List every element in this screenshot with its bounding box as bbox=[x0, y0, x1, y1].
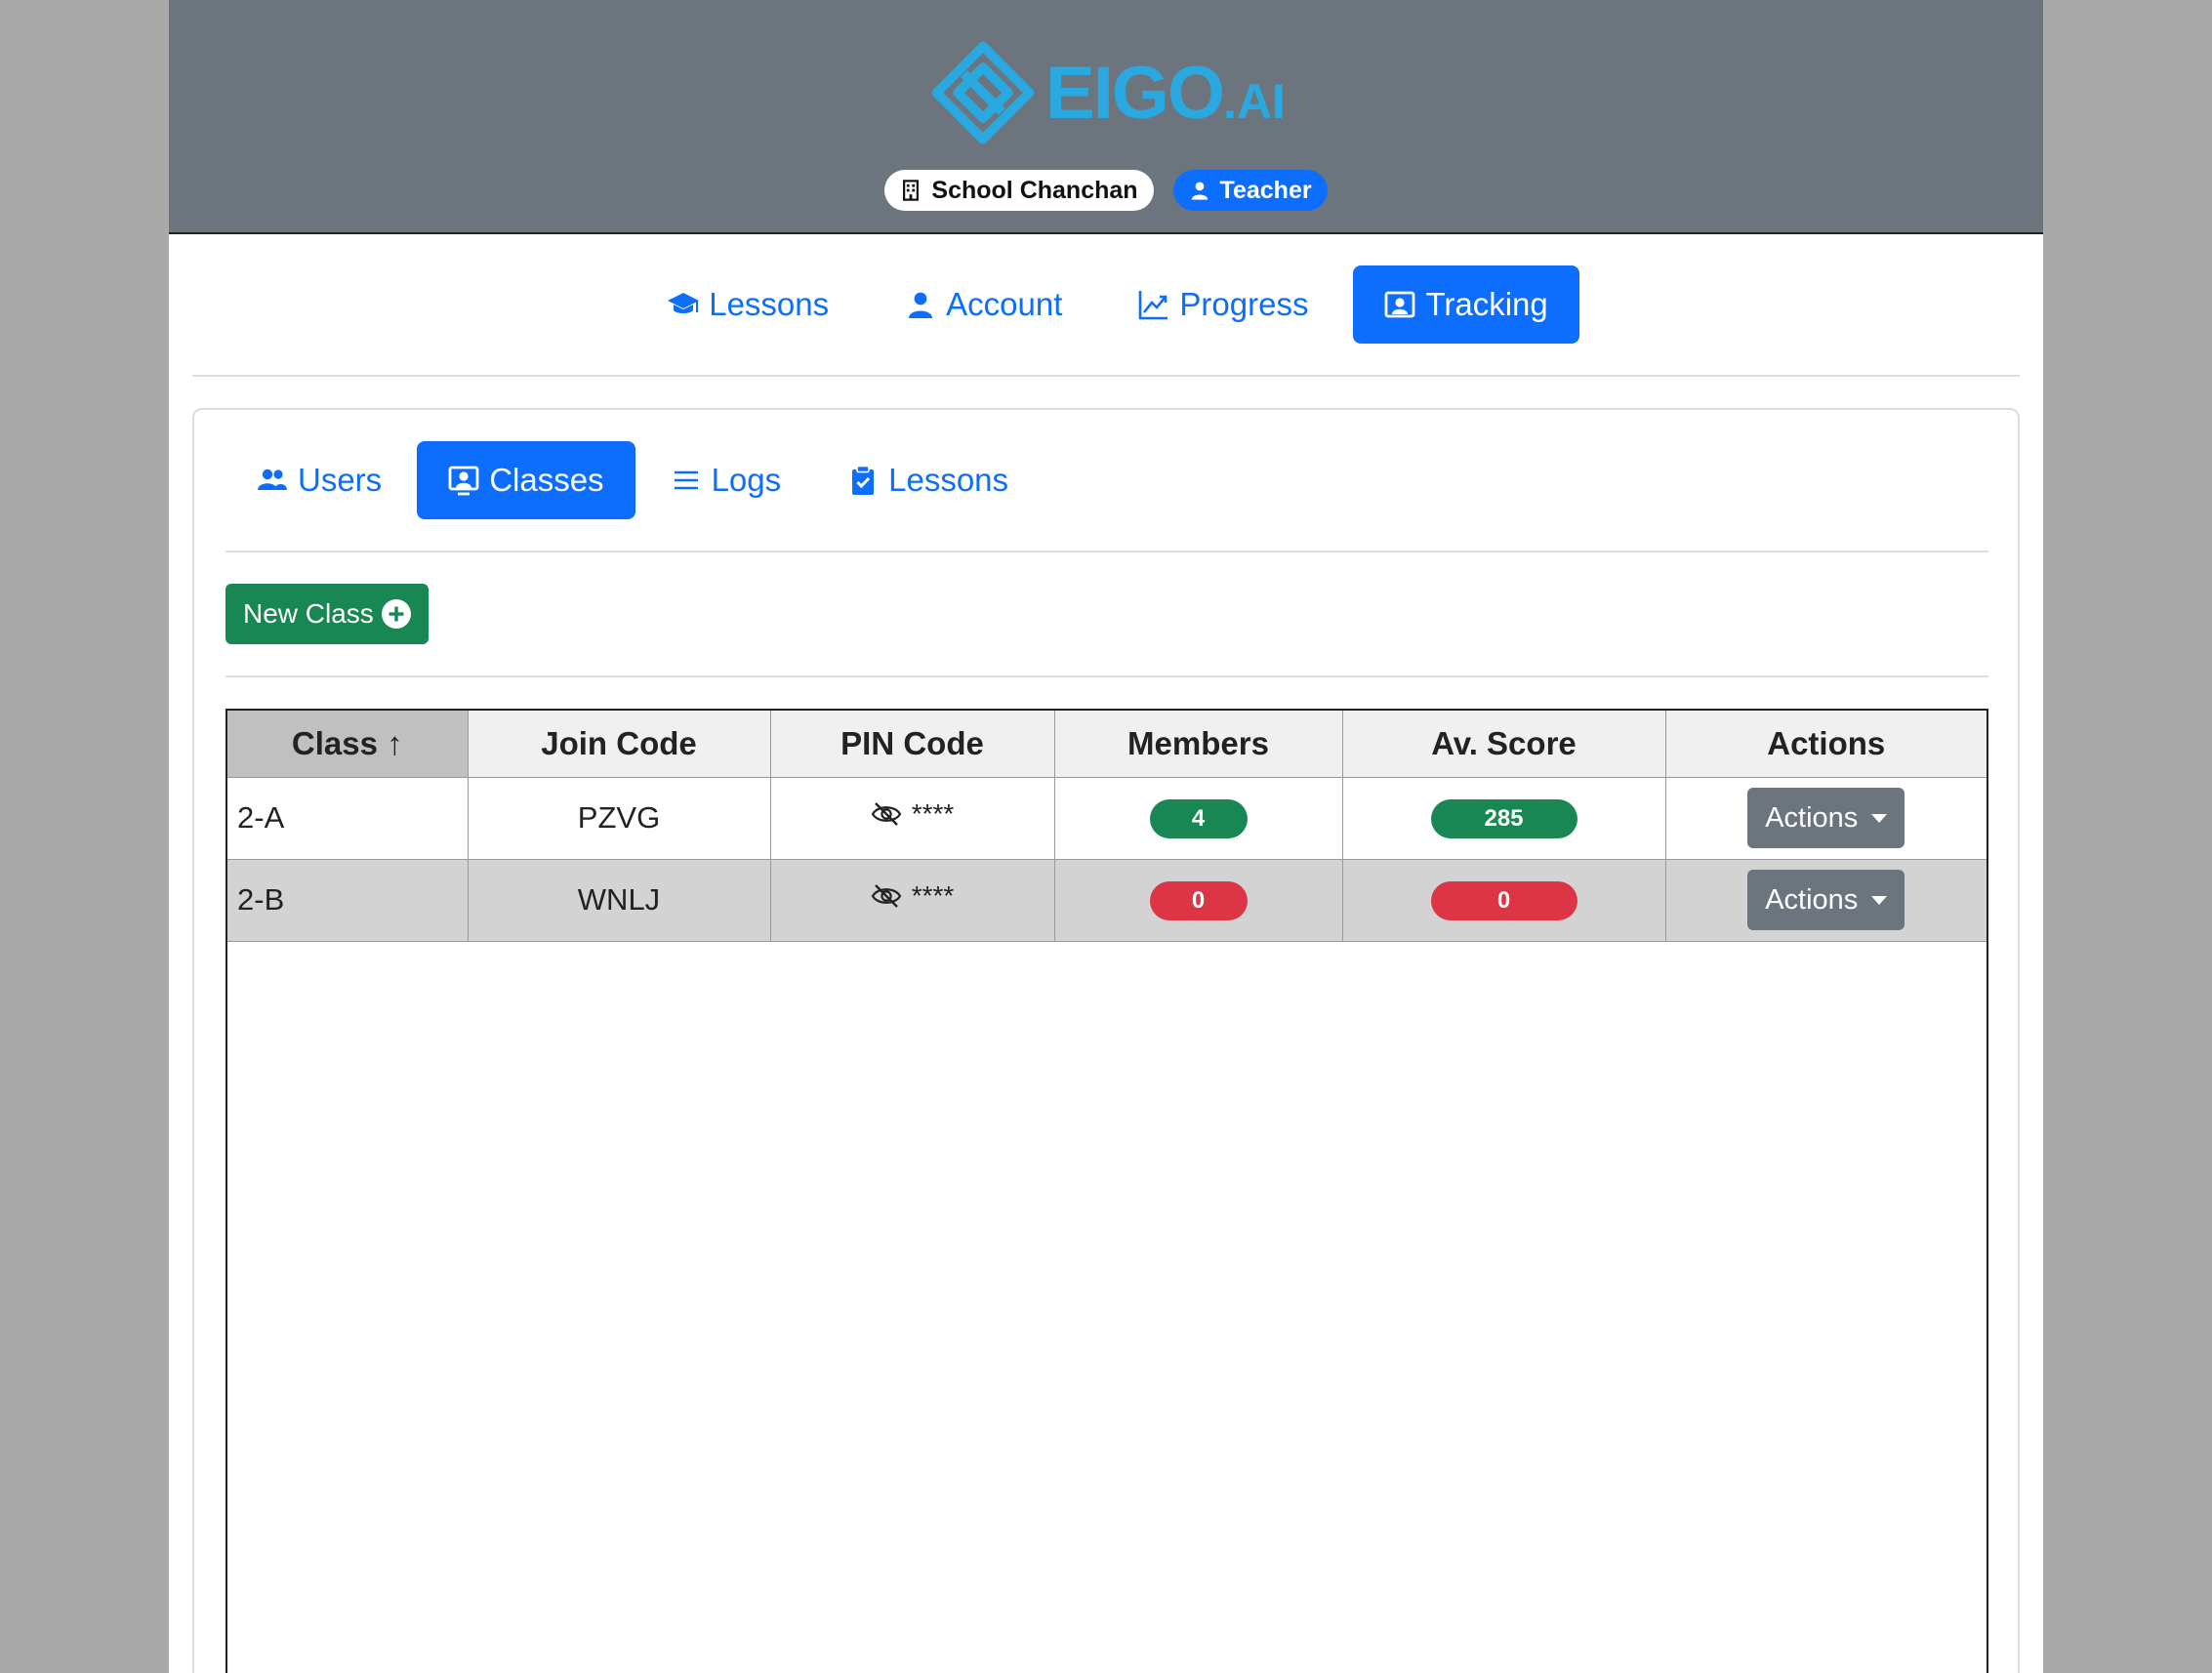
score-cell: 0 bbox=[1342, 858, 1666, 942]
tab-users[interactable]: Users bbox=[225, 441, 413, 519]
chart-line-icon bbox=[1139, 291, 1168, 320]
eigo-logo-icon bbox=[931, 41, 1035, 144]
divider bbox=[225, 551, 1988, 552]
nav-lessons[interactable]: Lessons bbox=[636, 265, 860, 344]
column-header-av-score[interactable]: Av. Score bbox=[1342, 711, 1666, 777]
actions-dropdown-button[interactable]: Actions bbox=[1747, 870, 1905, 930]
nav-tracking[interactable]: Tracking bbox=[1353, 265, 1579, 344]
role-name: Teacher bbox=[1219, 176, 1312, 204]
graduation-cap-icon bbox=[668, 293, 700, 313]
school-name: School Chanchan bbox=[931, 176, 1138, 204]
sort-ascending-icon: ↑ bbox=[387, 724, 403, 761]
person-icon bbox=[909, 292, 933, 318]
school-badge: School Chanchan bbox=[884, 170, 1154, 211]
actions-dropdown-button[interactable]: Actions bbox=[1747, 788, 1905, 848]
page: EIGO.AI School Chanchan Teacher Lessons … bbox=[169, 0, 2043, 1673]
tracking-card: Users Classes Logs Lessons New Class Cla… bbox=[192, 408, 2020, 1673]
pin-masked: **** bbox=[911, 798, 955, 829]
list-icon bbox=[674, 470, 698, 490]
main-nav: Lessons Account Progress Tracking bbox=[169, 265, 2043, 344]
nav-account[interactable]: Account bbox=[874, 265, 1093, 344]
column-header-pin-code[interactable]: PIN Code bbox=[770, 711, 1055, 777]
column-header-actions: Actions bbox=[1665, 711, 1987, 777]
column-header-join-code[interactable]: Join Code bbox=[468, 711, 771, 777]
members-badge: 4 bbox=[1149, 798, 1248, 838]
actions-cell: Actions bbox=[1665, 858, 1987, 942]
table-row: 2-A PZVG **** 4 285 Actions bbox=[227, 776, 1987, 859]
divider bbox=[225, 675, 1988, 677]
class-name: 2-A bbox=[227, 776, 469, 859]
column-header-class[interactable]: Class ↑ bbox=[227, 711, 469, 777]
divider bbox=[192, 375, 2020, 377]
header: EIGO.AI School Chanchan Teacher bbox=[169, 0, 2043, 234]
column-header-members[interactable]: Members bbox=[1054, 711, 1343, 777]
score-badge: 285 bbox=[1430, 798, 1577, 838]
actions-cell: Actions bbox=[1665, 776, 1987, 859]
building-icon bbox=[903, 180, 920, 201]
role-badge: Teacher bbox=[1172, 170, 1328, 211]
join-code: PZVG bbox=[468, 776, 771, 859]
new-class-button[interactable]: New Class bbox=[225, 584, 429, 644]
class-name: 2-B bbox=[227, 858, 469, 942]
logo-text: EIGO.AI bbox=[1045, 51, 1286, 135]
person-badge-icon bbox=[448, 466, 479, 496]
members-cell: 0 bbox=[1054, 858, 1343, 942]
classes-table: Class ↑ Join Code PIN Code Members Av. S… bbox=[225, 709, 1988, 1673]
join-code: WNLJ bbox=[468, 858, 771, 942]
person-badge-icon bbox=[1385, 291, 1415, 318]
caret-down-icon bbox=[1871, 895, 1888, 905]
eye-slash-icon[interactable] bbox=[871, 880, 902, 912]
tab-classes[interactable]: Classes bbox=[417, 441, 635, 519]
plus-circle-icon bbox=[381, 599, 411, 629]
person-icon bbox=[1191, 182, 1208, 200]
tracking-subnav: Users Classes Logs Lessons bbox=[225, 441, 1040, 519]
score-badge: 0 bbox=[1430, 880, 1577, 920]
eye-slash-icon[interactable] bbox=[871, 798, 902, 830]
pin-masked: **** bbox=[911, 880, 955, 911]
context-pills: School Chanchan Teacher bbox=[169, 170, 2043, 211]
pin-code-cell: **** bbox=[770, 858, 1055, 942]
score-cell: 285 bbox=[1342, 776, 1666, 859]
tab-lessons[interactable]: Lessons bbox=[816, 441, 1040, 519]
members-badge: 0 bbox=[1149, 880, 1248, 920]
nav-progress[interactable]: Progress bbox=[1107, 265, 1339, 344]
people-icon bbox=[258, 469, 287, 490]
pin-code-cell: **** bbox=[770, 776, 1055, 859]
caret-down-icon bbox=[1871, 813, 1888, 823]
logo: EIGO.AI bbox=[930, 39, 1301, 146]
table-row: 2-B WNLJ **** 0 0 Actions bbox=[227, 858, 1987, 942]
clipboard-check-icon bbox=[852, 465, 875, 495]
tab-logs[interactable]: Logs bbox=[639, 441, 813, 519]
members-cell: 4 bbox=[1054, 776, 1343, 859]
